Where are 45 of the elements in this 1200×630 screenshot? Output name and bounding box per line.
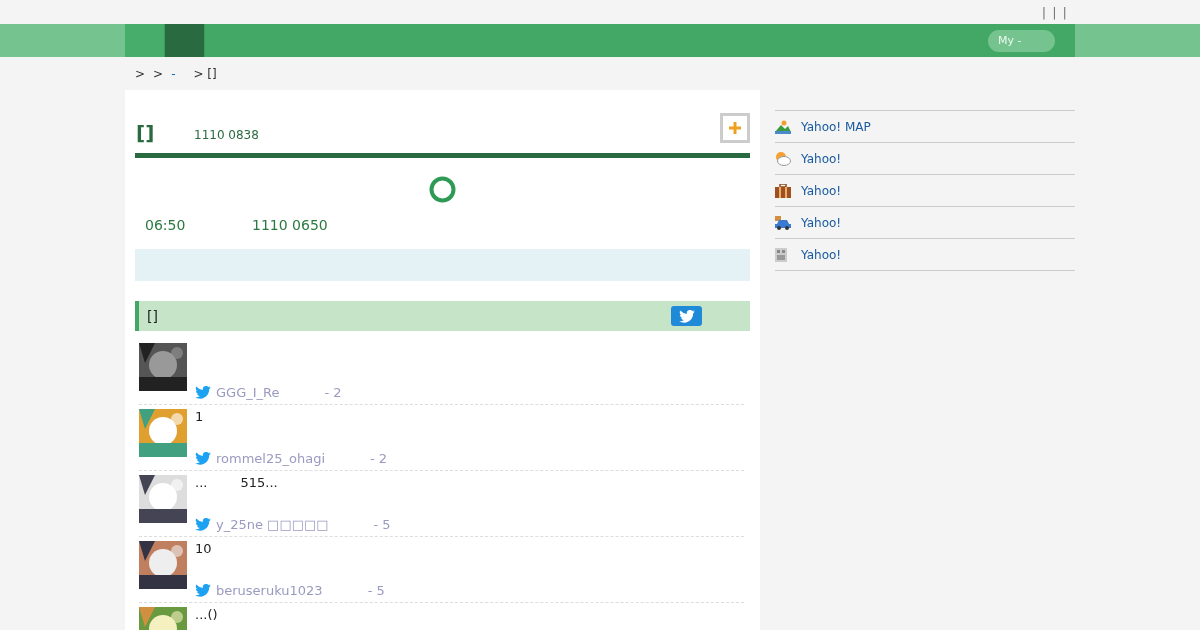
status-time: 06:50 xyxy=(145,217,187,235)
divider-text: | xyxy=(1041,4,1047,20)
bird-icon xyxy=(195,584,211,597)
breadcrumb-link[interactable]: - xyxy=(171,66,176,81)
service-link[interactable]: Yahoo! xyxy=(801,183,842,198)
bird-icon xyxy=(195,518,211,531)
sun-cloud-icon xyxy=(775,151,791,166)
bird-icon xyxy=(678,309,695,323)
tweet-button[interactable] xyxy=(671,306,702,326)
bird-icon xyxy=(195,386,211,399)
nav-tab[interactable] xyxy=(125,24,165,57)
tweet-text: ... 515... xyxy=(195,475,279,490)
tweet-count: - 5 xyxy=(367,583,385,598)
status-detail: 1110 0650 xyxy=(252,217,328,235)
suitcase-icon xyxy=(775,183,791,198)
user-link[interactable]: beruseruku1023 xyxy=(216,583,323,598)
service-link[interactable]: Yahoo! MAP xyxy=(801,119,871,134)
service-link[interactable]: Yahoo! xyxy=(801,247,842,262)
newspaper-icon xyxy=(775,247,787,262)
section-title: [] xyxy=(147,308,159,324)
station-title: [] xyxy=(136,121,156,145)
bird-icon xyxy=(195,452,211,465)
station-subtitle: 1110 0838 xyxy=(194,128,260,144)
circle-icon xyxy=(429,176,456,203)
nav-tab[interactable] xyxy=(165,24,205,57)
plus-icon xyxy=(728,121,742,135)
add-button[interactable] xyxy=(720,113,750,143)
landscape-icon xyxy=(775,119,791,134)
breadcrumb-text: > [] xyxy=(193,66,217,81)
divider-text: | xyxy=(1052,4,1057,20)
tweet-count: - 5 xyxy=(373,517,391,532)
tweet-count: - 2 xyxy=(370,451,388,466)
user-link[interactable]: GGG_I_Re xyxy=(216,385,280,400)
tweet-text: 10 xyxy=(195,541,213,556)
tweet-text: 1 xyxy=(195,409,205,424)
service-link[interactable]: Yahoo! xyxy=(801,215,842,230)
user-link[interactable]: y_25ne □□□□□ xyxy=(216,517,329,532)
breadcrumb-text: > xyxy=(153,66,164,81)
user-link[interactable]: rommel25_ohagi xyxy=(216,451,325,466)
divider-text: | xyxy=(1062,4,1067,20)
service-link[interactable]: Yahoo! xyxy=(801,151,842,166)
breadcrumb-text: > xyxy=(135,66,146,81)
tweet-text: ...() xyxy=(195,607,218,622)
tweet-count: - 2 xyxy=(324,385,342,400)
car-icon xyxy=(775,215,791,230)
